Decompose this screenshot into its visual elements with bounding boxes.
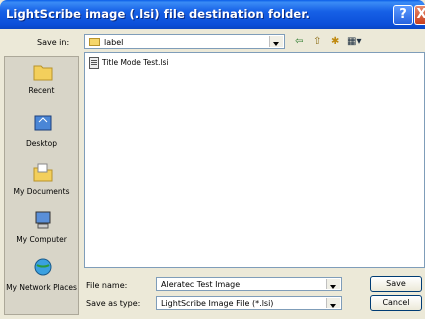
window-title: LightScribe image (.lsi) file destinatio… (6, 7, 310, 21)
save-as-type-dropdown[interactable]: LightScribe Image File (*.lsi) (156, 296, 342, 310)
save-button[interactable]: Save (370, 276, 422, 292)
close-button[interactable]: X (414, 5, 425, 25)
place-label: Recent (28, 86, 55, 95)
list-item[interactable]: Title Mode Test.lsi (89, 57, 169, 69)
save-as-type-label: Save as type: (86, 299, 141, 308)
chevron-down-icon[interactable] (326, 279, 340, 289)
file-list[interactable]: Title Mode Test.lsi (84, 52, 425, 268)
lsi-file-icon (89, 57, 99, 69)
recent-folder-icon (33, 65, 53, 81)
place-label: Desktop (26, 139, 57, 148)
save-as-type-value: LightScribe Image File (*.lsi) (161, 299, 274, 308)
chevron-down-icon[interactable] (326, 298, 340, 308)
folder-icon (89, 38, 100, 46)
up-folder-icon[interactable]: ⇧ (313, 36, 321, 48)
place-label: My Documents (13, 187, 70, 196)
my-documents-icon (33, 163, 53, 182)
file-name-value: Aleratec Test Image (161, 280, 241, 289)
my-computer-icon (35, 211, 51, 229)
place-label: My Computer (16, 235, 67, 244)
help-button[interactable]: ? (393, 5, 413, 25)
file-name-input[interactable]: Aleratec Test Image (156, 277, 342, 291)
cancel-button[interactable]: Cancel (370, 295, 422, 311)
save-dialog: LightScribe image (.lsi) file destinatio… (0, 0, 425, 319)
title-bar[interactable]: LightScribe image (.lsi) file destinatio… (0, 0, 425, 29)
network-places-icon (34, 258, 52, 276)
save-in-label: Save in: (37, 38, 70, 47)
save-in-dropdown[interactable]: label (84, 34, 285, 49)
save-in-value: label (104, 38, 124, 47)
place-label: My Network Places (6, 283, 77, 292)
file-name-text: Title Mode Test.lsi (102, 58, 169, 67)
file-name-label: File name: (86, 281, 128, 290)
places-bar: Recent Desktop My Documents My Computer … (4, 56, 79, 315)
chevron-down-icon[interactable] (269, 36, 283, 47)
views-menu-icon[interactable]: ▦▾ (347, 36, 361, 48)
back-icon[interactable]: ⇦ (295, 36, 303, 48)
desktop-icon (34, 115, 52, 131)
new-folder-icon[interactable]: ✱ (331, 36, 339, 48)
